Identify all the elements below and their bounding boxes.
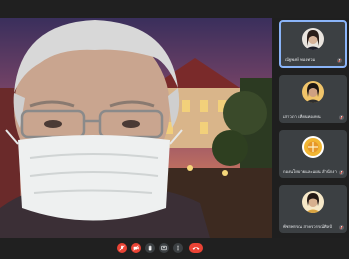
avatar: [302, 28, 324, 50]
mic-off-icon: [339, 115, 344, 120]
avatar: [302, 81, 324, 103]
avatar: [302, 191, 324, 213]
mic-off-icon: [339, 225, 344, 230]
leave-call-icon: [192, 247, 200, 250]
mic-off-icon: [339, 170, 344, 175]
participant-name: เสาวภา เทียนทองหน: [283, 114, 321, 119]
present-button[interactable]: [159, 243, 169, 253]
more-icon: [177, 245, 179, 251]
raise-hand-button[interactable]: [145, 243, 155, 253]
participant-name: ณัฐพงษ์ ทองทวม: [285, 57, 316, 62]
mic-off-icon: [119, 245, 125, 251]
participant-strip: ณัฐพงษ์ ทองทวม เสาวภา เทียนทองหน กองนโยบ…: [276, 18, 349, 238]
more-options-button[interactable]: [173, 243, 183, 253]
avatar: [302, 136, 324, 158]
participant-name: กองนโยบายและแผน สำนักงานอธิการ...: [283, 169, 337, 174]
top-bar: [0, 0, 349, 18]
participant-tile[interactable]: พัชรพรรณ สาครวรรณ์ศิลป์: [279, 185, 347, 233]
main-speaker-video[interactable]: [0, 18, 272, 238]
raise-hand-icon: [148, 245, 152, 251]
participant-tile[interactable]: กองนโยบายและแผน สำนักงานอธิการ...: [279, 130, 347, 178]
participant-tile[interactable]: ณัฐพงษ์ ทองทวม: [279, 20, 347, 68]
mic-off-icon: [337, 58, 342, 63]
mic-off-button[interactable]: [117, 243, 127, 253]
present-icon: [161, 245, 167, 251]
participant-name: พัชรพรรณ สาครวรรณ์ศิลป์: [283, 224, 332, 229]
call-controls: [0, 238, 349, 259]
leave-call-button[interactable]: [189, 243, 203, 253]
participant-tile[interactable]: เสาวภา เทียนทองหน: [279, 75, 347, 123]
camera-off-icon: [133, 245, 139, 251]
camera-off-button[interactable]: [131, 243, 141, 253]
